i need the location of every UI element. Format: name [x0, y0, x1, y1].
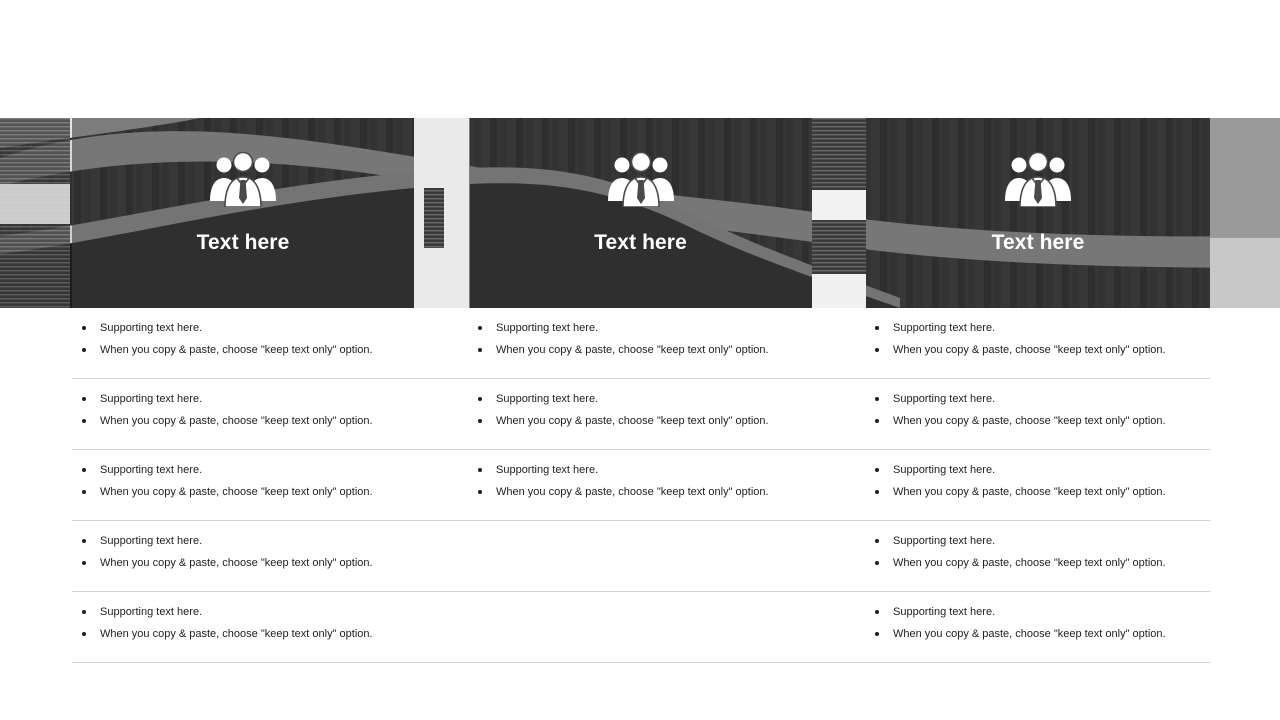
bullet-item: When you copy & paste, choose "keep text… — [72, 627, 373, 641]
bullet-cell: Supporting text here. When you copy & pas… — [865, 321, 1166, 364]
bullet-item: Supporting text here. — [865, 463, 1166, 477]
banner-panel-1: Text here — [72, 118, 414, 308]
panel-title: Text here — [991, 231, 1085, 254]
bullet-item: Supporting text here. — [468, 463, 769, 477]
bullet-item: Supporting text here. — [72, 321, 373, 335]
bullet-list: Supporting text here. When you copy & pas… — [865, 463, 1166, 499]
bullet-item: Supporting text here. — [72, 605, 373, 619]
bullet-cell: Supporting text here. When you copy & pas… — [865, 392, 1166, 435]
bullet-grid: Supporting text here. When you copy & pas… — [72, 308, 1210, 663]
grid-row: Supporting text here. When you copy & pas… — [72, 379, 1210, 450]
bullet-item: When you copy & paste, choose "keep text… — [865, 556, 1166, 570]
bullet-item: When you copy & paste, choose "keep text… — [468, 414, 769, 428]
bullet-item: Supporting text here. — [865, 392, 1166, 406]
bullet-list: Supporting text here. When you copy & pas… — [72, 605, 373, 641]
bullet-item: When you copy & paste, choose "keep text… — [865, 485, 1166, 499]
bullet-list: Supporting text here. When you copy & pas… — [468, 392, 769, 428]
bullet-list: Supporting text here. When you copy & pas… — [72, 321, 373, 357]
bullet-item: Supporting text here. — [72, 392, 373, 406]
photo-banner: Text here Text here Text here — [0, 118, 1280, 308]
bullet-cell: Supporting text here. When you copy & pas… — [865, 463, 1166, 506]
panel-title: Text here — [594, 231, 687, 254]
bullet-list: Supporting text here. When you copy & pas… — [865, 605, 1166, 641]
bullet-cell: Supporting text here. When you copy & pas… — [72, 392, 373, 435]
bullet-item: Supporting text here. — [468, 321, 769, 335]
bullet-item: When you copy & paste, choose "keep text… — [72, 343, 373, 357]
panel-title: Text here — [196, 231, 290, 254]
bullet-item: When you copy & paste, choose "keep text… — [468, 485, 769, 499]
grid-row: Supporting text here. When you copy & pas… — [72, 592, 1210, 663]
bullet-list: Supporting text here. When you copy & pas… — [865, 534, 1166, 570]
bullet-list: Supporting text here. When you copy & pas… — [865, 392, 1166, 428]
bullet-list: Supporting text here. When you copy & pas… — [865, 321, 1166, 357]
bullet-item: When you copy & paste, choose "keep text… — [72, 556, 373, 570]
bullet-item: When you copy & paste, choose "keep text… — [865, 627, 1166, 641]
bullet-item: When you copy & paste, choose "keep text… — [72, 485, 373, 499]
bullet-list: Supporting text here. When you copy & pas… — [72, 463, 373, 499]
bullet-cell: Supporting text here. When you copy & pas… — [72, 463, 373, 506]
grid-row: Supporting text here. When you copy & pas… — [72, 521, 1210, 592]
bullet-item: Supporting text here. — [468, 392, 769, 406]
bullet-list: Supporting text here. When you copy & pas… — [72, 392, 373, 428]
bullet-list: Supporting text here. When you copy & pas… — [468, 321, 769, 357]
people-group-icon — [210, 151, 276, 207]
bullet-cell: Supporting text here. When you copy & pas… — [72, 321, 373, 364]
bullet-item: Supporting text here. — [865, 534, 1166, 548]
bullet-item: Supporting text here. — [865, 605, 1166, 619]
bullet-item: When you copy & paste, choose "keep text… — [865, 343, 1166, 357]
bullet-cell: Supporting text here. When you copy & pas… — [468, 463, 769, 506]
bullet-list: Supporting text here. When you copy & pas… — [72, 534, 373, 570]
bullet-item: When you copy & paste, choose "keep text… — [865, 414, 1166, 428]
grid-row: Supporting text here. When you copy & pas… — [72, 308, 1210, 379]
bullet-item: When you copy & paste, choose "keep text… — [72, 414, 373, 428]
bullet-list: Supporting text here. When you copy & pas… — [468, 463, 769, 499]
bullet-cell: Supporting text here. When you copy & pas… — [468, 392, 769, 435]
bullet-cell: Supporting text here. When you copy & pas… — [865, 605, 1166, 648]
people-group-icon — [607, 151, 674, 207]
grid-row: Supporting text here. When you copy & pas… — [72, 450, 1210, 521]
bullet-cell: Supporting text here. When you copy & pas… — [72, 605, 373, 648]
bullet-cell: Supporting text here. When you copy & pas… — [468, 321, 769, 364]
people-group-icon — [1005, 151, 1071, 207]
bullet-item: Supporting text here. — [865, 321, 1166, 335]
banner-panel-2: Text here — [469, 118, 812, 308]
bullet-item: Supporting text here. — [72, 534, 373, 548]
bullet-cell: Supporting text here. When you copy & pas… — [72, 534, 373, 577]
bullet-cell: Supporting text here. When you copy & pas… — [865, 534, 1166, 577]
bullet-item: When you copy & paste, choose "keep text… — [468, 343, 769, 357]
banner-panel-3: Text here — [866, 118, 1210, 308]
bullet-item: Supporting text here. — [72, 463, 373, 477]
